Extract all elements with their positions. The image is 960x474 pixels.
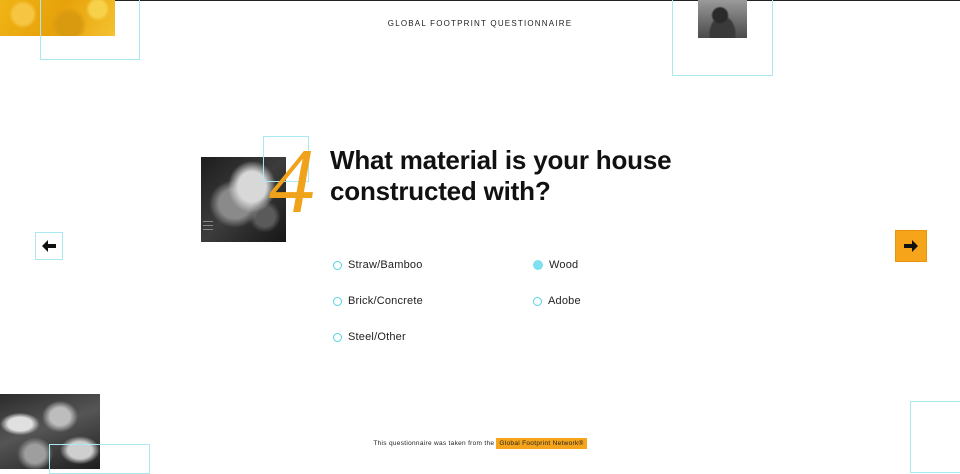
arrow-right-icon (904, 240, 918, 252)
option-label: Straw/Bamboo (348, 259, 423, 271)
previous-button[interactable] (35, 232, 63, 260)
global-footprint-network-link[interactable]: Global Footprint Network® (496, 438, 587, 449)
question-number: 4 (269, 130, 315, 232)
radio-button[interactable] (333, 332, 342, 342)
question-text: What material is your house constructed … (330, 145, 672, 206)
photo-caption-marks (203, 221, 213, 233)
radio-button[interactable] (333, 296, 342, 306)
option-label: Brick/Concrete (348, 295, 423, 307)
footer: This questionnaire was taken from the Gl… (0, 438, 960, 449)
next-button[interactable] (895, 230, 927, 262)
option-wood[interactable]: Wood (533, 257, 578, 273)
option-steel-other[interactable]: Steel/Other (333, 329, 406, 345)
arrow-left-icon (42, 240, 56, 252)
footer-text: This questionnaire was taken from the (373, 440, 495, 447)
option-brick-concrete[interactable]: Brick/Concrete (333, 293, 423, 309)
option-label: Wood (549, 259, 579, 271)
decorative-frame (40, 0, 140, 60)
option-adobe[interactable]: Adobe (533, 293, 581, 309)
option-label: Steel/Other (348, 331, 406, 343)
page-title: GLOBAL FOOTPRINT QUESTIONNAIRE (387, 19, 573, 28)
radio-button[interactable] (533, 296, 542, 306)
decorative-frame (49, 444, 150, 474)
top-border (0, 0, 960, 1)
option-straw-bamboo[interactable]: Straw/Bamboo (333, 257, 423, 273)
radio-button[interactable] (333, 260, 342, 270)
decorative-frame (910, 401, 960, 473)
decorative-frame (672, 0, 773, 76)
option-label: Adobe (548, 295, 581, 307)
radio-button-selected[interactable] (533, 260, 543, 270)
